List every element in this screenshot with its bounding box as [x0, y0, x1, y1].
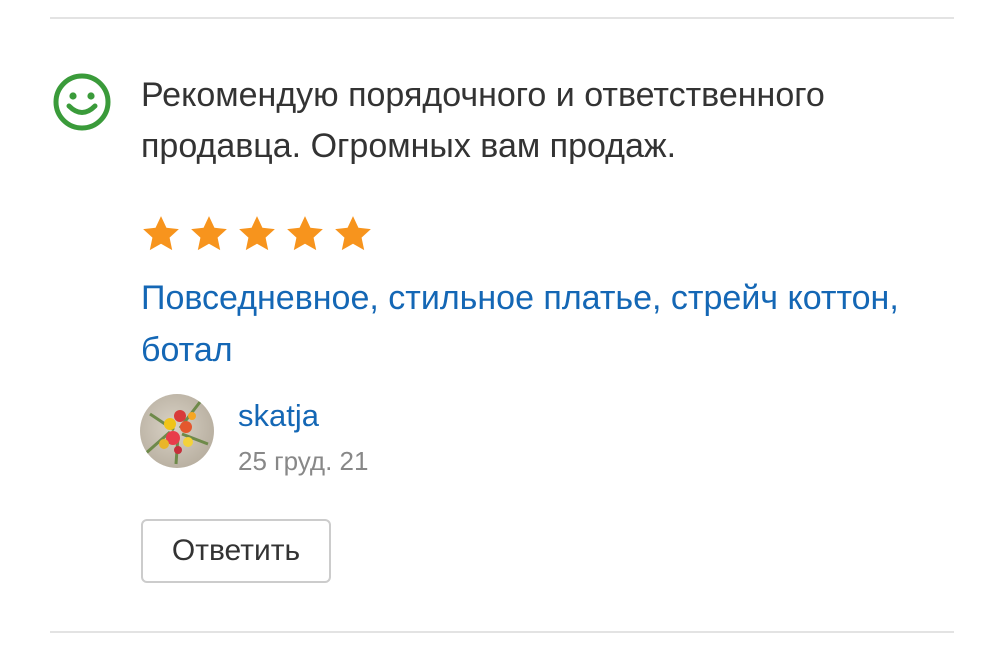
star-icon — [143, 216, 179, 251]
star-icon — [335, 216, 371, 251]
avatar-flowers-image — [140, 394, 214, 468]
reply-button[interactable]: Ответить — [141, 519, 331, 583]
bottom-divider — [50, 631, 954, 633]
star-icon — [239, 216, 275, 251]
review-date: 25 груд. 21 — [238, 446, 369, 476]
rating-stars — [140, 213, 374, 255]
review-card: Рекомендую порядочного и ответственного … — [0, 0, 1000, 659]
star-icon — [287, 216, 323, 251]
product-link[interactable]: Повседневное, стильное платье, стрейч ко… — [141, 272, 921, 376]
author-name[interactable]: skatja — [238, 396, 319, 436]
star-icon — [191, 216, 227, 251]
review-text: Рекомендую порядочного и ответственного … — [141, 76, 825, 165]
smiley-icon — [53, 73, 111, 131]
avatar[interactable] — [140, 394, 214, 468]
